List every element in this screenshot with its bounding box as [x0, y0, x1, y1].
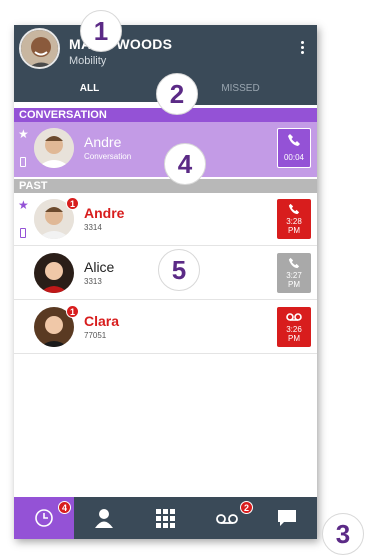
tab-all[interactable]: ALL: [14, 72, 165, 105]
call-log-row[interactable]: 1 Clara 77051 3:26 PM: [14, 301, 317, 354]
contact-number: 3314: [84, 223, 102, 232]
user-status: Mobility: [69, 55, 107, 67]
favorite-star-icon: ★: [18, 127, 29, 141]
user-avatar[interactable]: [19, 28, 60, 69]
contact-name: Andre: [84, 134, 122, 150]
call-time: 3:28: [286, 217, 302, 226]
call-time: 3:27: [286, 271, 302, 280]
call-duration: 00:04: [283, 153, 305, 162]
bottom-nav: 4 2: [14, 497, 317, 539]
contact-avatar: [34, 128, 74, 168]
overflow-menu-icon[interactable]: [301, 41, 305, 56]
call-log-row[interactable]: ★ 1 Andre 3314 3:28 PM: [14, 193, 317, 246]
chat-icon: [278, 510, 296, 526]
history-badge: 4: [58, 501, 71, 514]
callout-3: 3: [322, 513, 364, 555]
voicemail-badge[interactable]: 3:26 PM: [277, 307, 311, 347]
call-ampm: PM: [288, 334, 300, 343]
voicemail-icon: [216, 514, 238, 524]
voicemail-icon: [286, 313, 302, 321]
clock-icon: [35, 509, 53, 527]
mobile-device-icon: [20, 228, 26, 238]
call-timer-badge[interactable]: 00:04: [277, 128, 311, 168]
phone-icon: [288, 134, 300, 146]
dialpad-icon: [156, 509, 175, 528]
contact-number: 77051: [84, 331, 107, 340]
nav-contacts[interactable]: [74, 497, 134, 539]
unread-badge: 1: [66, 305, 79, 318]
contact-name: Clara: [84, 313, 120, 329]
missed-call-badge[interactable]: 3:28 PM: [277, 199, 311, 239]
call-ampm: PM: [288, 226, 300, 235]
contact-avatar: [34, 253, 74, 293]
contact-icon: [95, 509, 113, 528]
missed-call-icon: [288, 203, 300, 215]
callout-5: 5: [158, 249, 200, 291]
nav-chat[interactable]: [257, 497, 317, 539]
nav-dialpad[interactable]: [135, 497, 195, 539]
voicemail-count-badge: 2: [240, 501, 253, 514]
call-time: 3:26: [286, 325, 302, 334]
call-status: Conversation: [84, 152, 132, 161]
unread-badge: 1: [66, 197, 79, 210]
mobile-device-icon: [20, 157, 26, 167]
call-ampm: PM: [288, 280, 300, 289]
app-header: MARK WOODS Mobility: [14, 25, 317, 72]
callout-2: 2: [156, 73, 198, 115]
callout-1: 1: [80, 10, 122, 52]
contact-number: 3313: [84, 277, 102, 286]
callout-4: 4: [164, 143, 206, 185]
answered-call-badge[interactable]: 3:27 PM: [277, 253, 311, 293]
section-past: PAST: [14, 179, 317, 193]
nav-history[interactable]: 4: [14, 497, 74, 539]
contact-name: Andre: [84, 205, 125, 221]
favorite-star-icon: ★: [18, 198, 29, 212]
nav-voicemail[interactable]: 2: [196, 497, 256, 539]
phone-icon: [288, 257, 300, 269]
contact-name: Alice: [84, 259, 115, 275]
